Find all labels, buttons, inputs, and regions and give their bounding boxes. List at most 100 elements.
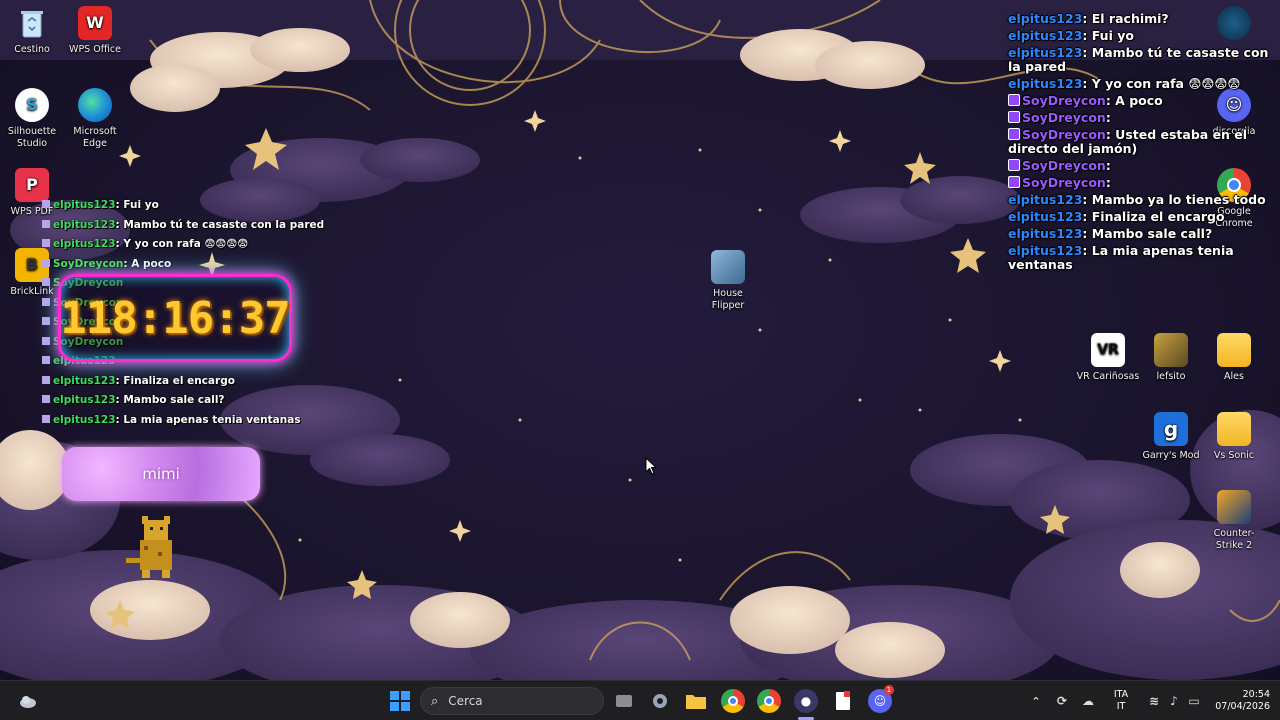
chat-message: SoyDreycon: A poco — [1008, 94, 1270, 108]
desktop-icon-vr-carinosas[interactable]: VR VR Cariñosas — [1076, 333, 1140, 383]
chat-username: elpitus123 — [53, 374, 116, 387]
pixel-cat-icon — [124, 514, 184, 580]
chat-message: elpitus123: El rachimi? — [1008, 12, 1270, 26]
chat-message: elpitus123: Finaliza el encargo — [1008, 210, 1270, 224]
language-indicator[interactable]: ITA IT — [1106, 689, 1136, 713]
notepad-taskbar-icon[interactable] — [831, 689, 855, 713]
chat-message: elpitus123: La mia apenas tenia ventanas — [42, 411, 342, 431]
chat-text: : Y yo con rafa 😨😨😨😨 — [1082, 76, 1241, 91]
message-marker-icon — [42, 297, 50, 306]
chat-message: elpitus123: La mia apenas tenia ventanas — [1008, 244, 1270, 272]
house-flipper-icon — [711, 250, 745, 284]
desktop-icon-vs-sonic[interactable]: Vs Sonic — [1202, 412, 1266, 462]
message-marker-icon — [42, 375, 50, 384]
start-button[interactable] — [388, 689, 412, 713]
message-marker-icon — [42, 278, 50, 286]
chat-username: elpitus123 — [1008, 76, 1083, 91]
message-marker-icon — [42, 317, 50, 325]
chat-username: elpitus123 — [1008, 243, 1083, 258]
subscriber-badge-icon — [1008, 176, 1020, 188]
desktop-icon-label: Microsoft Edge — [73, 126, 117, 149]
desktop-icon-label: Ales — [1224, 371, 1244, 382]
chat-text: : Mambo tú te casaste con la pared — [115, 218, 325, 231]
clock-time: 20:54 — [1242, 689, 1270, 700]
vr-icon: VR — [1091, 333, 1125, 367]
stream-timer-value: 118:16:37 — [60, 292, 290, 344]
chrome-taskbar-icon[interactable] — [721, 689, 745, 713]
chat-text: : El rachimi? — [1082, 11, 1169, 26]
chat-username: elpitus123 — [1008, 45, 1083, 60]
garrys-mod-icon: g — [1154, 412, 1188, 446]
chat-text: : Mambo ya lo tienes todo — [1082, 192, 1266, 207]
chat-overlay-right: elpitus123: El rachimi? elpitus123: Fui … — [1008, 12, 1270, 275]
chat-username: SoyDreycon — [1022, 175, 1106, 190]
sync-icon[interactable]: ⟳ — [1050, 689, 1074, 713]
desktop-icon-recycle-bin[interactable]: Cestino — [0, 6, 64, 56]
subscriber-badge-icon — [1008, 128, 1020, 140]
file-explorer-icon[interactable] — [684, 689, 708, 713]
chat-username: elpitus123 — [1008, 28, 1083, 43]
chat-username: SoyDreycon — [53, 257, 124, 270]
wps-office-icon: W — [78, 6, 112, 40]
mimi-label: mimi — [142, 465, 180, 483]
desktop-icon-label: lefsito — [1156, 371, 1186, 382]
language-code: ITA — [1113, 689, 1129, 700]
subscriber-badge-icon — [1008, 159, 1020, 171]
battery-icon[interactable]: ▭ — [1182, 689, 1206, 713]
mimi-widget: mimi — [62, 447, 260, 501]
desktop-icon-label: Cestino — [14, 44, 50, 55]
chat-text: : Fui yo — [1082, 28, 1134, 43]
message-marker-icon — [42, 336, 50, 345]
chat-username: SoyDreycon — [1022, 127, 1106, 142]
chat-text: : Finaliza el encargo — [1082, 209, 1225, 224]
desktop-icon-silhouette-studio[interactable]: S Silhouette Studio — [0, 88, 64, 150]
desktop-icon-lefsito[interactable]: lefsito — [1139, 333, 1203, 383]
counter-strike-icon — [1217, 490, 1251, 524]
chat-text: : Fui yo — [115, 199, 159, 211]
desktop-icon-label: House Flipper — [711, 288, 745, 311]
chat-username: elpitus123 — [53, 394, 116, 406]
weather-widget-icon[interactable] — [16, 689, 40, 713]
chat-text: : A poco — [1105, 93, 1163, 108]
desktop-icon-wps-office[interactable]: W WPS Office — [63, 6, 127, 56]
obs-taskbar-icon[interactable]: ● — [794, 689, 818, 713]
edge-icon — [78, 88, 112, 122]
settings-icon[interactable] — [648, 689, 672, 713]
chat-username: SoyDreycon — [1022, 158, 1106, 173]
chat-message: elpitus123: Finaliza el encargo — [42, 372, 342, 392]
chat-message: elpitus123: Fui yo — [1008, 29, 1270, 43]
chat-username: elpitus123 — [53, 238, 116, 250]
desktop-icon-ales[interactable]: Ales — [1202, 333, 1266, 383]
chat-message: elpitus123: Mambo sale call? — [42, 391, 342, 411]
desktop-icon-counter-strike[interactable]: Counter-Strike 2 — [1202, 490, 1266, 552]
chat-username: SoyDreycon — [1022, 93, 1106, 108]
chat-username: elpitus123 — [53, 218, 116, 231]
clock[interactable]: 20:54 07/04/2026 — [1206, 689, 1270, 713]
chat-text: : — [1105, 110, 1111, 125]
silhouette-studio-icon: S — [15, 88, 49, 122]
message-marker-icon — [42, 414, 50, 423]
chevron-up-icon[interactable]: ⌃ — [1024, 689, 1048, 713]
desktop-icon-garrys-mod[interactable]: g Garry's Mod — [1139, 412, 1203, 462]
clock-date: 07/04/2026 — [1215, 701, 1270, 712]
taskbar: ⌕ Cerca ● ☺ 1 ⌃ ⟳ ☁ ITA IT ≋ ♪ ▭ 20:54 0… — [0, 680, 1280, 720]
mouse-cursor-icon — [645, 456, 658, 479]
message-marker-icon — [42, 200, 50, 208]
subscriber-badge-icon — [1008, 94, 1020, 106]
onedrive-icon[interactable]: ☁ — [1076, 689, 1100, 713]
task-view-button[interactable] — [612, 689, 636, 713]
taskbar-search-box[interactable]: ⌕ Cerca — [420, 687, 604, 715]
chat-text: : A poco — [123, 257, 172, 270]
desktop-icon-house-flipper[interactable]: House Flipper — [696, 250, 760, 312]
stream-timer: 118:16:37 — [58, 274, 292, 362]
chat-text: : Finaliza el encargo — [115, 374, 235, 387]
desktop-icon-microsoft-edge[interactable]: Microsoft Edge — [63, 88, 127, 150]
lefsito-icon — [1154, 333, 1188, 367]
message-marker-icon — [42, 239, 50, 247]
recycle-bin-icon — [15, 6, 49, 40]
chrome-profile-taskbar-icon[interactable] — [757, 689, 781, 713]
chat-username: elpitus123 — [1008, 192, 1083, 207]
chat-text: : — [1105, 175, 1111, 190]
chat-text: : Y yo con rafa 😨😨😨😨 — [115, 238, 249, 250]
chat-message: elpitus123: Y yo con rafa 😨😨😨😨 — [1008, 77, 1270, 91]
